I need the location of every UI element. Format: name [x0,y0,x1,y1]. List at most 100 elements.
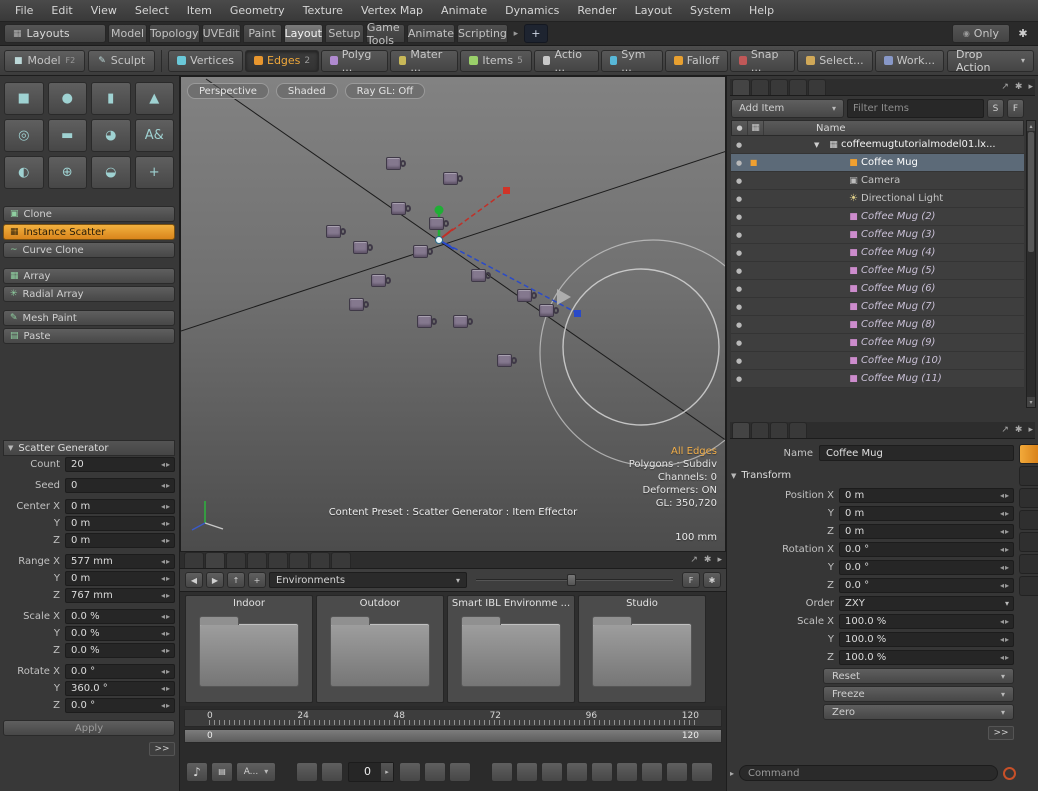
value-spinner[interactable]: ◂▸ [997,581,1013,590]
transport-button[interactable] [424,762,446,782]
value-input[interactable]: 100.0 % ▾ ◂▸ [839,632,1014,647]
keying-button[interactable] [491,762,513,782]
panel-tab[interactable] [751,422,769,438]
value-spinner[interactable]: ◂▸ [158,684,174,693]
panel-menu-icon[interactable]: ▸ [717,555,722,565]
value-spinner[interactable]: ◂▸ [158,460,174,469]
value-spinner[interactable]: ◂▸ [158,536,174,545]
value-input[interactable]: 0.0 ° ▾ ◂▸ [839,560,1014,575]
value-input[interactable]: 0 m ▾ ◂▸ [839,488,1014,503]
path-dropdown[interactable]: Environments ▾ [269,572,467,588]
gear-icon[interactable]: ✱ [1015,425,1023,435]
menu-item[interactable]: Edit [42,1,81,20]
value-spinner[interactable]: ◂▸ [158,591,174,600]
toolbar-tab[interactable]: Work... [875,50,944,72]
preset-tab[interactable] [289,552,309,568]
layout-tab[interactable]: Animate [407,24,455,43]
gear-icon[interactable]: ✱ [1015,82,1023,92]
paint-tool-button[interactable]: ▤ Paste [3,328,175,344]
value-spinner[interactable]: ◂▸ [158,519,174,528]
render-column-icon[interactable]: ▦ [748,121,764,135]
item-row[interactable]: Coffee Mug (3) [731,226,1024,244]
item-list-scrollbar[interactable]: ▴ ▾ [1026,120,1036,408]
menu-item[interactable]: Item [178,1,221,20]
menu-item[interactable]: Animate [432,1,496,20]
menu-item[interactable]: Dynamics [496,1,568,20]
value-input[interactable]: 100.0 % ▾ ◂▸ [839,650,1014,665]
value-input[interactable]: 577 mm ▾ ◂▸ [65,554,175,569]
value-spinner[interactable]: ◂▸ [158,701,174,710]
visibility-eye-icon[interactable] [731,177,747,185]
primitive-tool-button[interactable]: ■ [4,82,44,115]
value-input[interactable]: 0 m ▾ ◂▸ [839,524,1014,539]
visibility-eye-icon[interactable] [731,321,747,329]
paint-tool-button[interactable]: ✎ Mesh Paint [3,310,175,326]
primitive-tool-button[interactable]: A& [135,119,175,152]
coffee-mug-object[interactable] [453,315,468,328]
properties-side-tab[interactable] [1019,444,1038,464]
value-spinner[interactable]: ◂▸ [997,635,1013,644]
coffee-mug-object[interactable] [413,245,428,258]
model-mode-button[interactable]: ■ Model F2 [4,50,85,72]
coffee-mug-object[interactable] [417,315,432,328]
array-tool-button[interactable]: ✳ Radial Array [3,286,175,302]
properties-side-tab[interactable] [1019,488,1038,508]
panel-tab[interactable] [789,422,807,438]
preset-tab[interactable] [184,552,204,568]
value-input[interactable]: 0.0 ° ▾ ◂▸ [839,578,1014,593]
command-history-button[interactable] [1003,767,1016,780]
timeline-range-bar[interactable]: 0 120 [184,729,722,743]
layout-tab[interactable]: Scripting [457,24,508,43]
item-name-input[interactable]: Coffee Mug [819,445,1014,461]
duplicate-tool-button[interactable]: ~ Curve Clone [3,242,175,258]
shading-mode-dropdown[interactable]: Shaded [276,83,338,99]
value-input[interactable]: 0.0 ° ▾ ◂▸ [839,542,1014,557]
coffee-mug-object[interactable] [443,172,458,185]
keying-button[interactable] [616,762,638,782]
visibility-eye-icon[interactable] [731,303,747,311]
filter-mode-button[interactable]: F [1007,99,1024,118]
toolbar-tab[interactable]: Snap ... [730,50,795,72]
thumbnail-size-slider[interactable] [476,572,673,588]
gear-icon[interactable]: ✱ [703,572,721,588]
coffee-mug-object[interactable] [386,157,401,170]
keying-button[interactable] [566,762,588,782]
item-row[interactable]: Coffee Mug (11) [731,370,1024,388]
item-row[interactable]: Coffee Mug (5) [731,262,1024,280]
visibility-eye-icon[interactable] [731,339,747,347]
maximize-icon[interactable]: ↗ [1001,82,1009,92]
coffee-mug-object[interactable] [371,274,386,287]
filter-items-input[interactable] [847,99,984,118]
visibility-eye-icon[interactable] [731,357,747,365]
only-toggle[interactable]: ◉ Only [952,24,1010,43]
value-spinner[interactable]: ◂▸ [997,653,1013,662]
panel-tab[interactable] [732,79,750,95]
tab-scroll-icon[interactable]: ▸ [510,29,522,39]
toolbar-tab[interactable]: Mater ... [390,50,459,72]
value-spinner[interactable]: ◂▸ [997,617,1013,626]
primitive-tool-button[interactable]: ▲ [135,82,175,115]
view-type-dropdown[interactable]: Perspective [187,83,269,99]
primitive-tool-button[interactable]: ◎ [4,119,44,152]
properties-side-tab[interactable] [1019,510,1038,530]
value-spinner[interactable]: ◂▸ [997,491,1013,500]
properties-side-tab[interactable] [1019,466,1038,486]
item-row[interactable]: Coffee Mug (4) [731,244,1024,262]
layout-tab[interactable]: Game Tools [366,24,405,43]
value-input[interactable]: 0.0 % ▾ ◂▸ [65,626,175,641]
coffee-mug-object[interactable] [517,289,532,302]
coffee-mug-object[interactable] [471,269,486,282]
visibility-eye-icon[interactable] [731,249,747,257]
panel-menu-icon[interactable]: ▸ [1028,82,1033,92]
duplicate-tool-button[interactable]: ▣ Clone [3,206,175,222]
add-layout-tab-button[interactable]: + [524,24,548,43]
layout-tab[interactable]: Paint [243,24,282,43]
add-directory-button[interactable]: + [248,572,266,588]
value-input[interactable]: 0.0 % ▾ ◂▸ [65,609,175,624]
visibility-eye-icon[interactable] [731,231,747,239]
filter-button[interactable]: F [682,572,700,588]
properties-side-tab[interactable] [1019,576,1038,596]
layout-tab[interactable]: UVEdit [202,24,241,43]
coffee-mug-object[interactable] [497,354,512,367]
menu-item[interactable]: View [82,1,126,20]
